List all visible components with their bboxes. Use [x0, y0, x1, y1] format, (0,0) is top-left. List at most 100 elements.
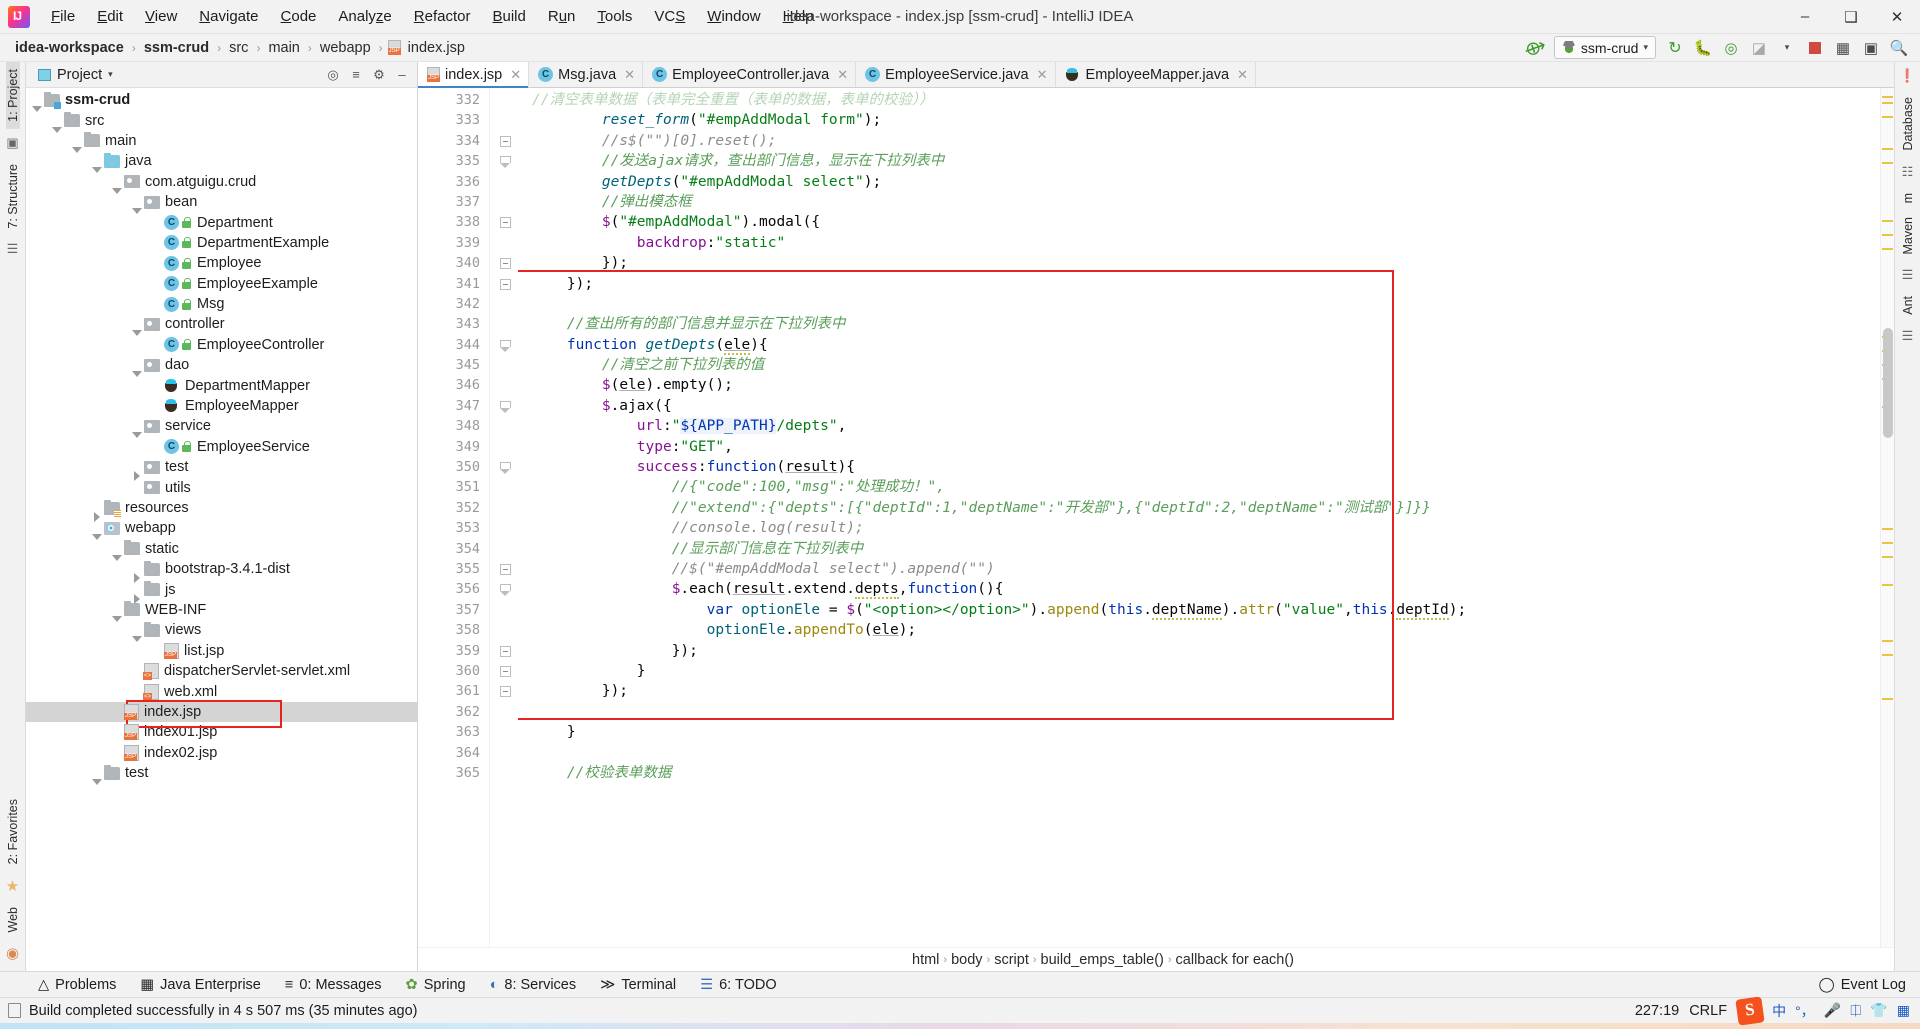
menu-build[interactable]: Build: [481, 4, 536, 29]
editor-breadcrumb-item-3[interactable]: build_emps_table(): [1037, 952, 1168, 968]
code-line[interactable]: $.each(result.extend.depts,function(){: [518, 579, 1880, 600]
code-fold-icon[interactable]: [500, 563, 511, 575]
tree-node-utils[interactable]: utils: [26, 477, 417, 497]
breadcrumb-item-4[interactable]: webapp: [317, 39, 374, 57]
code-line[interactable]: reset_form("#empAddModal form");: [518, 110, 1880, 130]
code-fold-icon[interactable]: [500, 645, 511, 657]
tree-node-resources[interactable]: resources: [26, 498, 417, 522]
code-line[interactable]: url:"${APP_PATH}/depts",: [518, 416, 1880, 436]
locate-icon[interactable]: ◎: [322, 64, 344, 86]
toolwindow-terminal[interactable]: ≫ Terminal: [588, 975, 688, 995]
back-arrow-icon[interactable]: ⟴: [1519, 32, 1552, 63]
tree-node-index02-jsp[interactable]: index02.jsp: [26, 743, 417, 763]
tree-node-web-xml[interactable]: web.xml: [26, 681, 417, 701]
minimize-button[interactable]: –: [1782, 0, 1828, 34]
code-fold-icon[interactable]: [500, 156, 511, 169]
stop-icon[interactable]: [1802, 36, 1828, 60]
hide-icon[interactable]: –: [391, 64, 413, 86]
code-line[interactable]: $.ajax({: [518, 396, 1880, 416]
tree-node-employee[interactable]: C Employee: [26, 253, 417, 273]
code-line[interactable]: getDepts("#empAddModal select");: [518, 172, 1880, 192]
profile-icon[interactable]: ◪: [1746, 36, 1772, 60]
toolwindow-event-log[interactable]: ◯ Event Log: [1818, 977, 1906, 993]
menu-vcs[interactable]: VCS: [643, 4, 696, 29]
menu-tools[interactable]: Tools: [586, 4, 643, 29]
tree-node-bootstrap-3-4-1-dist[interactable]: bootstrap-3.4.1-dist: [26, 559, 417, 584]
collapse-all-icon[interactable]: ≡: [345, 64, 367, 86]
build-status[interactable]: Build completed successfully in 4 s 507 …: [8, 1003, 417, 1019]
tree-node-index-jsp[interactable]: index.jsp: [26, 699, 417, 729]
rail-button-m[interactable]: m: [1901, 186, 1915, 210]
chevron-down-icon[interactable]: ▾: [1774, 36, 1800, 60]
tree-node-test[interactable]: test: [26, 457, 417, 482]
tree-node-controller[interactable]: controller: [26, 314, 417, 337]
rail-button-favorites[interactable]: 2: Favorites: [6, 792, 20, 871]
tree-node-bean[interactable]: bean: [26, 192, 417, 215]
code-viewport[interactable]: 332 333 334 335 336 337 338 339 340 341 342 343 344 3…: [418, 88, 1894, 947]
code-line[interactable]: function getDepts(ele){: [518, 335, 1880, 355]
toolwindow-services[interactable]: ◐ 8: Services: [478, 975, 589, 995]
rail-button-web[interactable]: Web: [6, 900, 20, 939]
run-with-coverage-icon[interactable]: ◎: [1718, 36, 1744, 60]
breadcrumb-item-2[interactable]: src: [226, 39, 251, 57]
toolwindow-todo[interactable]: ☰ 6: TODO: [688, 975, 788, 995]
menu-code[interactable]: Code: [270, 4, 328, 29]
rail-button-maven[interactable]: Maven: [1901, 210, 1915, 262]
toolwindow-messages[interactable]: ≡ 0: Messages: [273, 975, 394, 995]
breadcrumb-item-3[interactable]: main: [265, 39, 302, 57]
project-structure-icon[interactable]: ▦: [1830, 36, 1856, 60]
code-line[interactable]: //清空表单数据（表单完全重置（表单的数据，表单的校验））: [518, 90, 1880, 110]
code-line[interactable]: //校验表单数据: [518, 763, 1880, 783]
tree-node-employeeexample[interactable]: C EmployeeExample: [26, 274, 417, 294]
menu-navigate[interactable]: Navigate: [188, 4, 269, 29]
tree-node-index01-jsp[interactable]: index01.jsp: [26, 722, 417, 742]
code-line[interactable]: [518, 294, 1880, 314]
toolwindow-java-enterprise[interactable]: ▦ Java Enterprise: [128, 975, 272, 995]
code-line[interactable]: success:function(result){: [518, 457, 1880, 477]
tree-node-employeeservice[interactable]: C EmployeeService: [26, 437, 417, 457]
code-line[interactable]: backdrop:"static": [518, 233, 1880, 253]
code-fold-icon[interactable]: [500, 665, 511, 677]
tree-node-java[interactable]: java: [26, 151, 417, 174]
code-line[interactable]: //$("#empAddModal select").append(""): [518, 559, 1880, 579]
tree-node-departmentexample[interactable]: C DepartmentExample: [26, 233, 417, 253]
tree-node-views[interactable]: views: [26, 620, 417, 643]
tree-node-main[interactable]: main: [26, 131, 417, 153]
editor-breadcrumb-item-0[interactable]: html: [908, 952, 943, 968]
code-line[interactable]: //弹出模态框: [518, 192, 1880, 212]
code-text[interactable]: //清空表单数据（表单完全重置（表单的数据，表单的校验）） reset_form…: [518, 88, 1880, 947]
tree-node-employeecontroller[interactable]: C EmployeeController: [26, 335, 417, 355]
debug-icon[interactable]: 🐛: [1690, 36, 1716, 60]
editor-tab-employeecontroller-java[interactable]: C EmployeeController.java ✕: [643, 62, 857, 87]
mic-icon[interactable]: 🎤: [1824, 1002, 1841, 1019]
close-icon[interactable]: ✕: [510, 67, 521, 83]
editor-tab-employeemapper-java[interactable]: EmployeeMapper.java ✕: [1056, 62, 1256, 87]
editor-scrollbar-thumb[interactable]: [1883, 328, 1893, 438]
tree-node-src[interactable]: src: [26, 110, 417, 133]
sogou-icon[interactable]: S: [1735, 995, 1765, 1026]
editor-breadcrumb-item-2[interactable]: script: [990, 952, 1033, 968]
tree-node-employeemapper[interactable]: EmployeeMapper: [26, 396, 417, 416]
code-line[interactable]: //清空之前下拉列表的值: [518, 355, 1880, 375]
run-configuration-selector[interactable]: ssm-crud ▾: [1553, 36, 1656, 59]
tree-node-dao[interactable]: dao: [26, 355, 417, 378]
code-line[interactable]: //s$("")[0].reset();: [518, 131, 1880, 151]
editor-tab-msg-java[interactable]: C Msg.java ✕: [529, 62, 644, 87]
skin-icon[interactable]: 👕: [1870, 1002, 1887, 1019]
tree-node-js[interactable]: js: [26, 579, 417, 604]
chevron-down-icon[interactable]: ▾: [108, 69, 113, 80]
editor-tab-index-jsp[interactable]: index.jsp ✕: [418, 62, 530, 88]
tree-node-service[interactable]: service: [26, 416, 417, 439]
code-line[interactable]: optionEle.appendTo(ele);: [518, 620, 1880, 640]
menu-file[interactable]: File: [40, 4, 86, 29]
tree-node-list-jsp[interactable]: list.jsp: [26, 641, 417, 661]
code-line[interactable]: //发送ajax请求，查出部门信息，显示在下拉列表中: [518, 151, 1880, 171]
code-line[interactable]: }: [518, 722, 1880, 742]
maximize-button[interactable]: ❑: [1828, 0, 1874, 34]
menu-window[interactable]: Window: [696, 4, 771, 29]
close-icon[interactable]: ✕: [837, 67, 848, 83]
notification-icon[interactable]: ❗: [1899, 67, 1917, 85]
code-line[interactable]: [518, 743, 1880, 763]
code-fold-icon[interactable]: [500, 217, 511, 229]
tree-node-test[interactable]: test: [26, 763, 417, 786]
